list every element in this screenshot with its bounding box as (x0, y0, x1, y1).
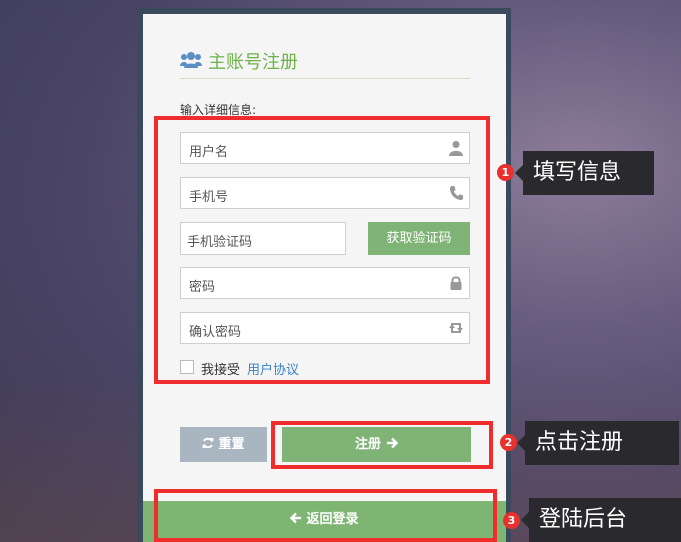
annotation-callout-1: 填写信息 (515, 151, 654, 195)
page-title: 主账号注册 (208, 52, 298, 73)
reset-label: 重置 (218, 437, 245, 452)
form-header: 主账号注册 (180, 46, 470, 79)
refresh-icon (202, 437, 214, 449)
annotation-box-back-login (154, 489, 497, 542)
annotation-box-fill-info (154, 116, 490, 384)
annotation-callout-3: 登陆后台 (521, 498, 681, 542)
annotation-callout-2: 点击注册 (517, 421, 679, 465)
reset-button[interactable]: 重置 (180, 427, 267, 462)
annotation-box-register (271, 421, 493, 469)
annotation-badge-2: 2 (500, 434, 517, 451)
users-icon (180, 50, 202, 70)
annotation-badge-3: 3 (503, 512, 520, 529)
annotation-badge-1: 1 (497, 164, 514, 181)
